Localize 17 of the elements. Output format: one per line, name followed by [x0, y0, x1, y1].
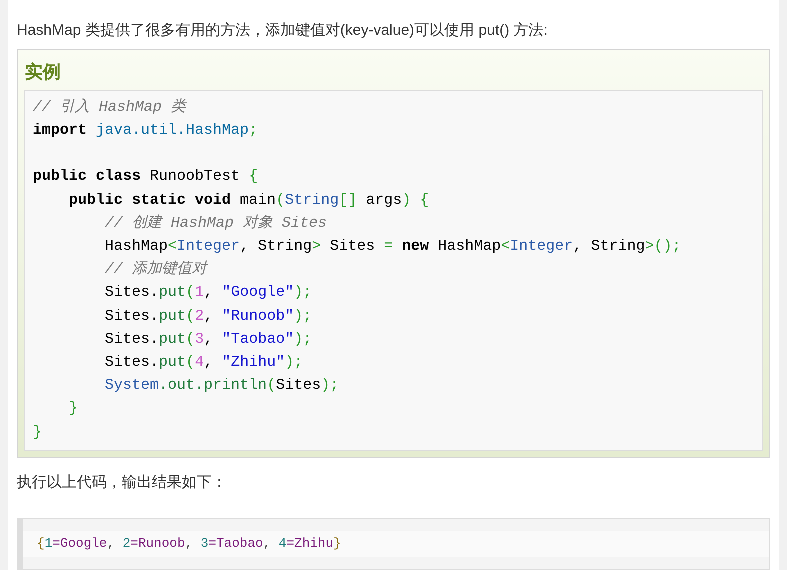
code-line: public class RunoobTest {: [33, 167, 260, 188]
code-line: import java.util.HashMap;: [33, 121, 260, 142]
code-line: }: [33, 422, 44, 443]
example-title: 实例: [25, 61, 62, 84]
code-line: Sites.put(4, "Zhihu");: [104, 353, 304, 374]
code-line: }: [68, 399, 80, 420]
code-line: Sites.put(1, "Google");: [104, 283, 314, 304]
code-line: // 创建 HashMap 对象 Sites: [104, 214, 328, 234]
code-line: System.out.println(Sites);: [104, 376, 340, 396]
code-line: // 引入 HashMap 类: [33, 98, 188, 118]
code-line: public static void main(String[] args) {: [68, 190, 430, 211]
code-line: Sites.put(2, "Runoob");: [104, 306, 314, 327]
code-line: // 添加键值对: [104, 260, 210, 280]
code-line: HashMap<Integer, String> Sites = new HashMap<Integer, String>();: [104, 237, 682, 258]
intro-paragraph: HashMap 类提供了很多有用的方法，添加键值对(key-value)可以使用 put() 方法:: [17, 21, 549, 41]
code-line: Sites.put(3, "Taobao");: [104, 330, 314, 350]
output-intro: 执行以上代码，输出结果如下：: [17, 472, 228, 493]
